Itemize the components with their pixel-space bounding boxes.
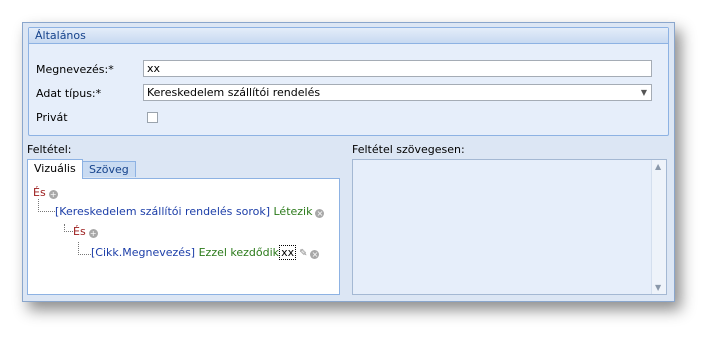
filter-dialog: Általános Megnevezés:* xx Adat típus:* K… xyxy=(22,22,675,302)
general-group: Általános Megnevezés:* xx Adat típus:* K… xyxy=(28,27,669,136)
and-operator[interactable]: És xyxy=(33,186,46,199)
data-type-value: Kereskedelem szállítói rendelés xyxy=(147,86,321,99)
general-group-title: Általános xyxy=(29,28,668,44)
tree-node-exists: [Kereskedelem szállítói rendelés sorok] … xyxy=(55,205,325,218)
field-name[interactable]: [Kereskedelem szállítói rendelés sorok] xyxy=(55,205,270,218)
tree-connector xyxy=(78,242,91,255)
remove-circle-icon[interactable]: × xyxy=(310,250,320,259)
text-condition-area[interactable]: ▲ ▼ xyxy=(352,159,667,295)
operator[interactable]: Ezzel kezdődik xyxy=(199,246,279,259)
tree-connector xyxy=(38,199,55,212)
data-type-select[interactable]: Kereskedelem szállítói rendelés ▼ xyxy=(143,84,652,101)
tab-visual[interactable]: Vizuális xyxy=(27,159,83,179)
add-circle-icon[interactable]: + xyxy=(88,229,98,238)
tree-node-and-root: És + xyxy=(33,186,58,199)
field-name[interactable]: [Cikk.Megnevezés] xyxy=(91,246,195,259)
name-input[interactable]: xx xyxy=(143,60,652,77)
and-operator[interactable]: És xyxy=(73,225,86,238)
remove-circle-icon[interactable]: × xyxy=(315,209,325,218)
tree-node-and-child: És + xyxy=(73,225,98,238)
visual-condition-tree: És + [Kereskedelem szállítói rendelés sor… xyxy=(27,178,340,295)
private-label: Privát xyxy=(36,111,68,124)
name-label: Megnevezés:* xyxy=(36,63,114,76)
chevron-down-icon[interactable]: ▼ xyxy=(641,85,647,100)
scroll-down-icon[interactable]: ▼ xyxy=(655,283,661,292)
pencil-icon[interactable]: ✎ xyxy=(299,248,307,259)
tree-node-starts-with: [Cikk.Megnevezés] Ezzel kezdődik xx ✎ × xyxy=(91,245,320,260)
condition-label: Feltétel: xyxy=(27,143,72,156)
tree-connector xyxy=(64,224,73,232)
add-circle-icon[interactable]: + xyxy=(48,190,58,199)
text-condition-label: Feltétel szövegesen: xyxy=(352,143,465,156)
private-checkbox[interactable] xyxy=(147,112,158,123)
data-type-label: Adat típus:* xyxy=(36,87,102,100)
scroll-up-icon[interactable]: ▲ xyxy=(655,162,661,171)
vertical-scrollbar[interactable]: ▲ ▼ xyxy=(651,160,666,294)
tab-text[interactable]: Szöveg xyxy=(82,161,136,177)
operator[interactable]: Létezik xyxy=(274,205,313,218)
value-input[interactable]: xx xyxy=(279,245,297,260)
